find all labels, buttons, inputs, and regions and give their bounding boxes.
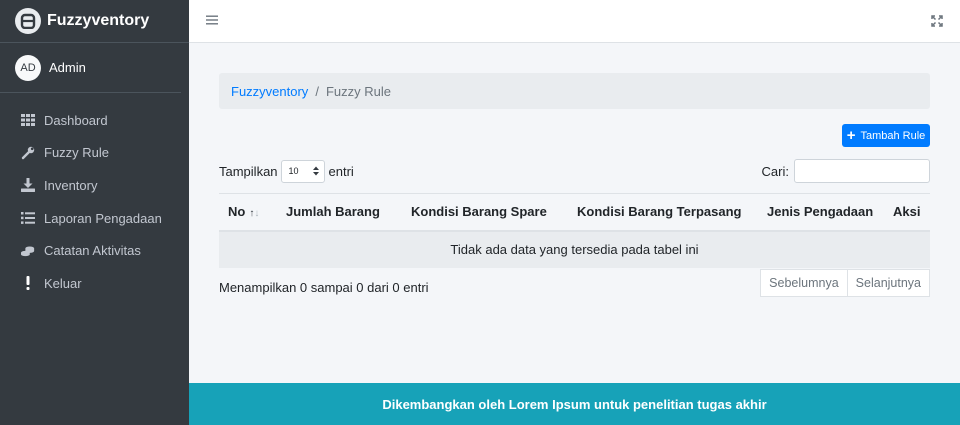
sidebar-item-dashboard[interactable]: Dashboard xyxy=(0,104,189,137)
column-header-aksi[interactable]: Aksi xyxy=(884,193,930,232)
sidebar-item-label: Keluar xyxy=(44,275,82,291)
user-panel[interactable]: AD Admin xyxy=(0,43,181,93)
column-header-kondisi-spare[interactable]: Kondisi Barang Spare xyxy=(402,193,568,232)
previous-page-button[interactable]: Sebelumnya xyxy=(760,269,848,297)
fullscreen-expand-icon[interactable] xyxy=(931,15,943,27)
fuzzyventory-logo-icon xyxy=(15,8,41,34)
avatar: AD xyxy=(15,54,41,81)
column-header-jumlah-barang[interactable]: Jumlah Barang xyxy=(277,193,402,232)
sort-updown-icon xyxy=(312,166,319,176)
page-length-select[interactable]: 10 xyxy=(280,159,325,183)
sidebar-nav: Dashboard Fuzzy Rule Inventory Laporan P… xyxy=(0,104,189,300)
next-page-button[interactable]: Selanjutnya xyxy=(847,269,930,297)
column-header-kondisi-terpasang[interactable]: Kondisi Barang Terpasang xyxy=(568,193,758,232)
sidebar-item-label: Laporan Pengadaan xyxy=(44,210,162,226)
download-icon xyxy=(21,178,35,193)
brand-link[interactable]: Fuzzyventory xyxy=(0,0,189,43)
sort-arrows-icon: ↑↓ xyxy=(249,208,260,220)
breadcrumb-current: Fuzzy Rule xyxy=(325,83,391,99)
footer: Dikembangkan oleh Lorem Ipsum untuk pene… xyxy=(189,383,960,425)
add-rule-button[interactable]: + Tambah Rule xyxy=(842,124,930,147)
add-rule-label: Tambah Rule xyxy=(860,129,926,142)
column-header-no[interactable]: No ↑↓ xyxy=(219,193,277,232)
list-icon xyxy=(21,211,35,225)
page-length-control: Tampilkan 10 entri xyxy=(219,159,354,183)
sidebar-item-fuzzy-rule[interactable]: Fuzzy Rule xyxy=(0,137,189,170)
wrench-icon xyxy=(21,146,35,160)
pagination: Sebelumnya Selanjutnya xyxy=(760,269,930,297)
table-header-row: No ↑↓ Jumlah Barang Kondisi Barang Spare … xyxy=(219,193,930,232)
column-header-jenis-pengadaan[interactable]: Jenis Pengadaan xyxy=(758,193,884,232)
empty-table-message: Tidak ada data yang tersedia pada tabel … xyxy=(219,230,930,268)
sidebar-item-inventory[interactable]: Inventory xyxy=(0,169,189,202)
sidebar-item-laporan-pengadaan[interactable]: Laporan Pengadaan xyxy=(0,202,189,235)
sidebar-item-label: Catatan Aktivitas xyxy=(44,243,141,259)
page-length-value: 10 xyxy=(288,166,299,176)
breadcrumb: Fuzzyventory / Fuzzy Rule xyxy=(219,73,930,109)
hamburger-menu-icon[interactable] xyxy=(206,14,220,28)
top-navbar xyxy=(189,0,960,43)
table-search: Cari: xyxy=(762,159,930,183)
brand-name: Fuzzyventory xyxy=(47,12,150,29)
table-info: Menampilkan 0 sampai 0 dari 0 entri xyxy=(219,280,429,295)
search-label: Cari: xyxy=(761,163,789,179)
sidebar-item-label: Dashboard xyxy=(44,112,108,128)
breadcrumb-separator: / xyxy=(315,83,319,99)
fuzzy-rule-table: No ↑↓ Jumlah Barang Kondisi Barang Spare … xyxy=(219,193,930,268)
page-length-suffix: entri xyxy=(328,163,354,179)
table-row: Tidak ada data yang tersedia pada tabel … xyxy=(219,230,930,268)
coins-icon xyxy=(21,244,35,258)
plus-icon: + xyxy=(846,127,856,144)
sidebar-item-catatan-aktivitas[interactable]: Catatan Aktivitas xyxy=(0,234,189,267)
sidebar: Fuzzyventory AD Admin Dashboard Fuzzy Ru… xyxy=(0,0,189,425)
exclamation-icon xyxy=(21,276,35,291)
sidebar-item-label: Inventory xyxy=(44,177,98,193)
sidebar-item-keluar[interactable]: Keluar xyxy=(0,267,189,300)
search-input[interactable] xyxy=(794,159,930,183)
page-length-prefix: Tampilkan xyxy=(219,163,278,179)
grid-icon xyxy=(21,113,35,127)
sidebar-item-label: Fuzzy Rule xyxy=(44,145,110,161)
user-name: Admin xyxy=(49,60,86,75)
breadcrumb-root-link[interactable]: Fuzzyventory xyxy=(231,84,308,99)
